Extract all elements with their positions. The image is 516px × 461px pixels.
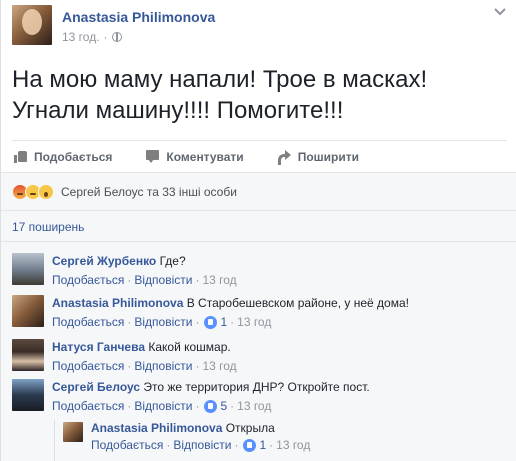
commenter-avatar[interactable] [12,339,44,371]
globe-icon[interactable] [111,32,122,42]
reactions-summary[interactable]: Сергей Белоус та 33 інші особи [1,172,516,210]
comment-text: В Старобешевском районе, у неё дома! [186,296,409,310]
comment-author[interactable]: Сергей Белоус [52,380,140,394]
commenter-avatar[interactable] [12,253,44,285]
like-icon [14,150,28,163]
reply-like-link[interactable]: Подобається [91,438,163,452]
comment-item: Сергей Белоус Это же территория ДНР? Отк… [12,379,507,413]
comment-text: Где? [159,254,186,268]
comment-like-count[interactable]: 1 [220,315,227,329]
share-icon [277,150,292,165]
comment-reply-link[interactable]: Відповісти [134,315,192,329]
reply-text: Открыла [225,421,275,435]
reply-footer: Подобається · Відповісти · 1 · 13 год [91,438,311,452]
wow-icon [38,183,54,200]
comment-footer: Подобається · Відповісти · 13 год [52,359,237,373]
comment-button-label: Коментувати [166,149,244,164]
comment-like-count[interactable]: 5 [220,399,227,413]
post-actions-bar: Подобається Коментувати Поширити [12,140,507,172]
author-avatar[interactable] [12,5,52,45]
reaction-icons [12,183,54,200]
reply-reply-link[interactable]: Відповісти [173,438,231,452]
post-meta: 13 год. · [62,30,122,44]
post-header: Anastasia Philimonova 13 год. · [12,5,507,47]
comment-text: Какой кошмар. [148,340,231,354]
comment-author[interactable]: Сергей Журбенко [52,254,156,268]
comment-author[interactable]: Anastasia Philimonova [52,296,183,310]
like-badge-icon [243,438,257,452]
comment-footer: Подобається · Відповісти · 5 · 13 год [52,399,272,413]
share-button[interactable]: Поширити [277,149,359,165]
comment-icon [146,150,160,163]
comment-item: Натуся Ганчева Какой кошмар. Подобається… [12,339,507,373]
like-button-label: Подобається [34,149,113,164]
comment-footer: Подобається · Відповісти · 13 год [52,273,237,287]
comment-text: Это же территория ДНР? Откройте пост. [143,380,370,394]
replier-avatar[interactable] [63,422,83,442]
post-timestamp[interactable]: 13 год. [62,30,100,44]
like-badge-icon [204,315,218,329]
comment-like-link[interactable]: Подобається [52,399,124,413]
reactions-text[interactable]: Сергей Белоус та 33 інші особи [61,185,237,199]
post-author-name[interactable]: Anastasia Philimonova [62,9,215,25]
reply-author[interactable]: Anastasia Philimonova [91,421,222,435]
reply-like-count[interactable]: 1 [259,438,266,452]
commenter-avatar[interactable] [12,295,44,327]
reply-time[interactable]: 13 год [276,438,310,452]
comments-section: Сергей Журбенко Где? Подобається · Відпо… [1,242,516,461]
comment-time[interactable]: 13 год [237,315,271,329]
comment-time[interactable]: 13 год [202,359,236,373]
comment-like-link[interactable]: Подобається [52,359,124,373]
comment-time[interactable]: 13 год [237,399,271,413]
comment-author[interactable]: Натуся Ганчева [52,340,145,354]
like-badge-icon [204,399,218,413]
like-button[interactable]: Подобається [14,150,112,164]
comment-like-link[interactable]: Подобається [52,273,124,287]
chevron-down-icon[interactable] [493,7,507,17]
comment-reply-link[interactable]: Відповісти [134,399,192,413]
comment-like-link[interactable]: Подобається [52,315,124,329]
comment-button[interactable]: Коментувати [146,149,244,164]
comment-item: Anastasia Philimonova В Старобешевском р… [12,295,507,329]
commenter-avatar[interactable] [12,379,44,411]
shares-count[interactable]: 17 поширень [1,210,516,242]
post-text: На мою маму напали! Трое в масках! Угнал… [12,66,428,124]
comment-footer: Подобається · Відповісти · 1 · 13 год [52,315,272,329]
comment-time[interactable]: 13 год [202,273,236,287]
comment-item: Сергей Журбенко Где? Подобається · Відпо… [12,253,507,287]
comment-reply-link[interactable]: Відповісти [134,359,192,373]
comment-reply-link[interactable]: Відповісти [134,273,192,287]
reply-item: Anastasia Philimonova Открыла Подобаєтьс… [54,420,506,461]
facebook-post: Anastasia Philimonova 13 год. · На мою м… [0,0,516,461]
share-button-label: Поширити [297,149,359,164]
